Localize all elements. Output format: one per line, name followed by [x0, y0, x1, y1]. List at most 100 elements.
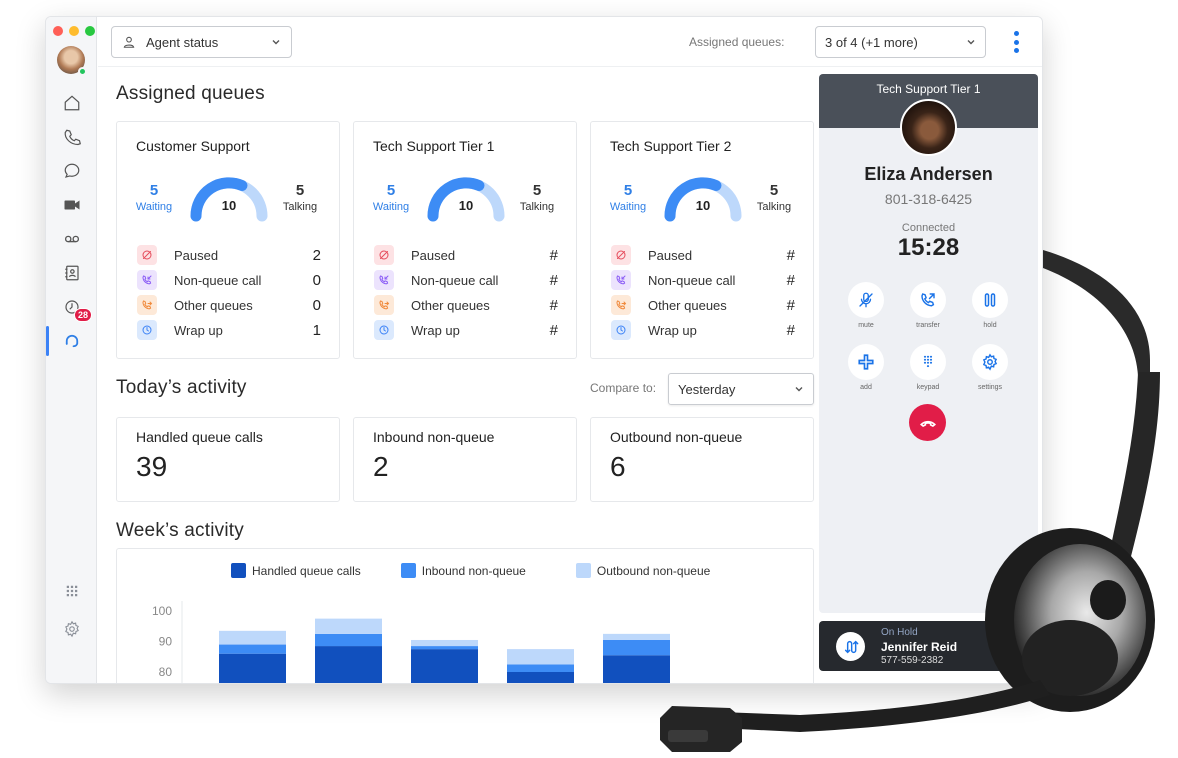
active-call-panel: Tech Support Tier 1 Eliza Andersen 801-3… [819, 74, 1038, 613]
bar-segment-outbound-non-queue[interactable] [219, 630, 286, 645]
control-label: settings [977, 384, 1003, 391]
stat-label: Wrap up [174, 322, 223, 338]
control-label: add [860, 384, 872, 391]
queue-gauge [664, 177, 742, 222]
history-badge: 28 [74, 308, 93, 322]
sidebar-item-apps[interactable] [46, 574, 97, 608]
stat-label: Paused [648, 247, 693, 263]
close-window-button[interactable] [53, 26, 63, 36]
queue-card[interactable]: Customer Support 5 Waiting 10 5 Talking … [116, 121, 340, 359]
talking-count: 5 Talking [274, 182, 326, 214]
sidebar-item-call-center[interactable] [46, 324, 97, 358]
other-queues-icon [616, 300, 627, 310]
bar-segment-handled-queue-calls[interactable] [411, 649, 478, 684]
activity-card-inbound: Inbound non-queue 2 [353, 417, 577, 502]
queue-stat-row: Non-queue call # [374, 269, 558, 291]
app-grid-icon [66, 585, 77, 597]
top-bar: Agent status Assigned queues: 3 of 4 (+1… [98, 17, 1042, 67]
weeks-activity-heading: Week’s activity [116, 520, 244, 541]
bar-segment-outbound-non-queue[interactable] [315, 618, 382, 634]
mute-button[interactable]: mute [841, 282, 891, 329]
compare-to-label: Compare to: [590, 381, 657, 395]
stat-label: Other queues [648, 297, 727, 313]
sidebar-item-video[interactable] [46, 188, 97, 222]
call-settings-button[interactable]: settings [965, 344, 1015, 391]
stat-value: 2 [312, 246, 321, 264]
bar-segment-outbound-non-queue[interactable] [507, 649, 574, 665]
talking-value: 5 [295, 182, 305, 199]
sidebar: 28 [46, 17, 97, 683]
bar-segment-inbound-non-queue[interactable] [315, 633, 382, 647]
app-window: 28 Agent status Assigned queues: 3 of 4 … [45, 16, 1043, 684]
waiting-label: Waiting [135, 201, 173, 213]
stacked-bar-chart: 100 90 80 [152, 601, 670, 684]
add-button[interactable]: add [841, 344, 891, 391]
non-queue-call-icon [379, 275, 389, 285]
sidebar-item-history[interactable]: 28 [46, 290, 97, 324]
hang-up-button[interactable] [909, 404, 946, 441]
queue-stat-row: Paused # [611, 244, 795, 266]
sidebar-item-calls[interactable] [46, 120, 97, 154]
home-icon [64, 95, 79, 111]
other-queues-icon [142, 300, 153, 310]
sidebar-item-voicemail[interactable] [46, 222, 97, 256]
user-avatar[interactable] [57, 46, 87, 76]
bar-segment-handled-queue-calls[interactable] [603, 655, 670, 684]
gauge-total: 10 [695, 198, 711, 213]
swap-call-button[interactable] [836, 632, 865, 661]
call-status: Connected [901, 222, 956, 234]
sidebar-item-settings[interactable] [46, 612, 97, 646]
activity-card-value: 2 [373, 451, 389, 482]
chevron-down-icon [272, 40, 280, 45]
sidebar-item-contacts[interactable] [46, 256, 97, 290]
sidebar-item-messages[interactable] [46, 154, 97, 188]
stat-label: Non-queue call [648, 272, 736, 288]
keypad-icon [923, 355, 933, 368]
bar-segment-outbound-non-queue[interactable] [411, 639, 478, 647]
maximize-window-button[interactable] [85, 26, 95, 36]
headset-icon [65, 334, 78, 348]
assigned-queues-dropdown[interactable]: 3 of 4 (+1 more) [815, 26, 986, 58]
queue-name: Tech Support Tier 2 [610, 138, 732, 154]
talking-label: Talking [282, 201, 318, 213]
paused-icon [379, 250, 389, 260]
stat-label: Paused [174, 247, 219, 263]
agent-status-label: Agent status [146, 34, 219, 50]
on-hold-call-bar[interactable]: On Hold Jennifer Reid 577-559-2382 [819, 621, 1042, 671]
kebab-dot [1013, 31, 1019, 36]
person-icon [123, 36, 135, 48]
more-options-button[interactable] [1008, 31, 1024, 53]
stat-value: # [786, 246, 795, 264]
bar-segment-outbound-non-queue[interactable] [603, 633, 670, 640]
queue-card[interactable]: Tech Support Tier 1 5 Waiting 10 5 Talki… [353, 121, 577, 359]
queue-stat-row: Non-queue call 0 [137, 269, 321, 291]
on-hold-phone: 577-559-2382 [881, 655, 944, 666]
minimize-window-button[interactable] [69, 26, 79, 36]
stat-label: Paused [411, 247, 456, 263]
hold-button[interactable]: hold [965, 282, 1015, 329]
bar-segment-handled-queue-calls[interactable] [219, 653, 286, 684]
paused-icon [142, 250, 152, 260]
agent-status-dropdown[interactable]: Agent status [111, 26, 292, 58]
y-tick-label: 90 [159, 635, 173, 649]
sidebar-item-home[interactable] [46, 86, 97, 120]
bar-segment-inbound-non-queue[interactable] [603, 639, 670, 656]
y-tick-label: 80 [159, 665, 173, 679]
bar-segment-inbound-non-queue[interactable] [219, 644, 286, 654]
non-queue-call-icon [616, 275, 626, 285]
call-duration: 15:28 [897, 234, 960, 261]
swap-arrows-icon [844, 640, 858, 653]
compare-to-dropdown[interactable]: Yesterday [668, 373, 814, 405]
bar-segment-inbound-non-queue[interactable] [507, 664, 574, 672]
keypad-button[interactable]: keypad [903, 344, 953, 391]
transfer-button[interactable]: transfer [903, 282, 953, 329]
assigned-queues-label: Assigned queues: [689, 35, 785, 49]
bar-segment-handled-queue-calls[interactable] [507, 672, 574, 684]
bar-segment-handled-queue-calls[interactable] [315, 646, 382, 684]
plus-icon [858, 354, 874, 370]
activity-card-outbound: Outbound non-queue 6 [590, 417, 814, 502]
talking-value: 5 [769, 182, 779, 199]
queue-card[interactable]: Tech Support Tier 2 5 Waiting 10 5 Talki… [590, 121, 814, 359]
queue-stat-row: Non-queue call # [611, 269, 795, 291]
bar-segment-inbound-non-queue[interactable] [411, 646, 478, 650]
